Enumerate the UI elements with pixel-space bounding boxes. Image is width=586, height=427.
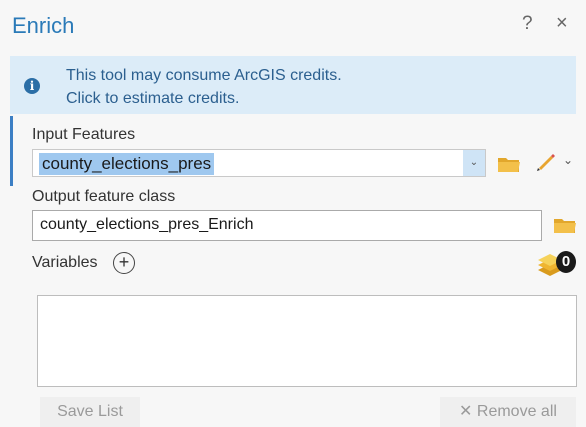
browse-folder-icon[interactable] [497, 154, 521, 174]
browse-folder-icon[interactable] [553, 215, 577, 235]
add-variable-button[interactable]: + [113, 252, 135, 274]
estimate-credits-link[interactable]: Click to estimate credits. [66, 90, 239, 108]
chevron-down-icon[interactable]: ⌄ [563, 153, 573, 167]
variable-count-badge: 0 [556, 251, 576, 273]
remove-all-button[interactable]: ✕ Remove all [440, 397, 576, 427]
save-list-button[interactable]: Save List [40, 397, 140, 427]
output-feature-class-input[interactable]: county_elections_pres_Enrich [32, 210, 542, 241]
variables-label: Variables [32, 254, 98, 271]
input-features-combobox[interactable]: county_elections_pres ⌄ [32, 149, 486, 177]
active-parameter-indicator [10, 116, 13, 186]
help-button[interactable]: ? [522, 13, 533, 35]
input-features-value: county_elections_pres [39, 153, 215, 175]
close-button[interactable]: × [556, 12, 568, 35]
output-feature-class-label: Output feature class [32, 188, 176, 205]
info-icon: i [24, 78, 40, 94]
chevron-down-icon[interactable]: ⌄ [463, 150, 485, 176]
title-bar: Enrich ? × [0, 0, 586, 52]
input-features-label: Input Features [32, 126, 136, 143]
geoprocessing-pane: Enrich ? × i This tool may consume ArcGI… [0, 0, 586, 427]
credits-message: This tool may consume ArcGIS credits. [66, 67, 342, 84]
variables-list[interactable] [37, 295, 577, 387]
pencil-icon[interactable] [534, 150, 558, 174]
tool-title: Enrich [12, 13, 75, 38]
credits-info-banner: i This tool may consume ArcGIS credits. … [10, 56, 576, 114]
